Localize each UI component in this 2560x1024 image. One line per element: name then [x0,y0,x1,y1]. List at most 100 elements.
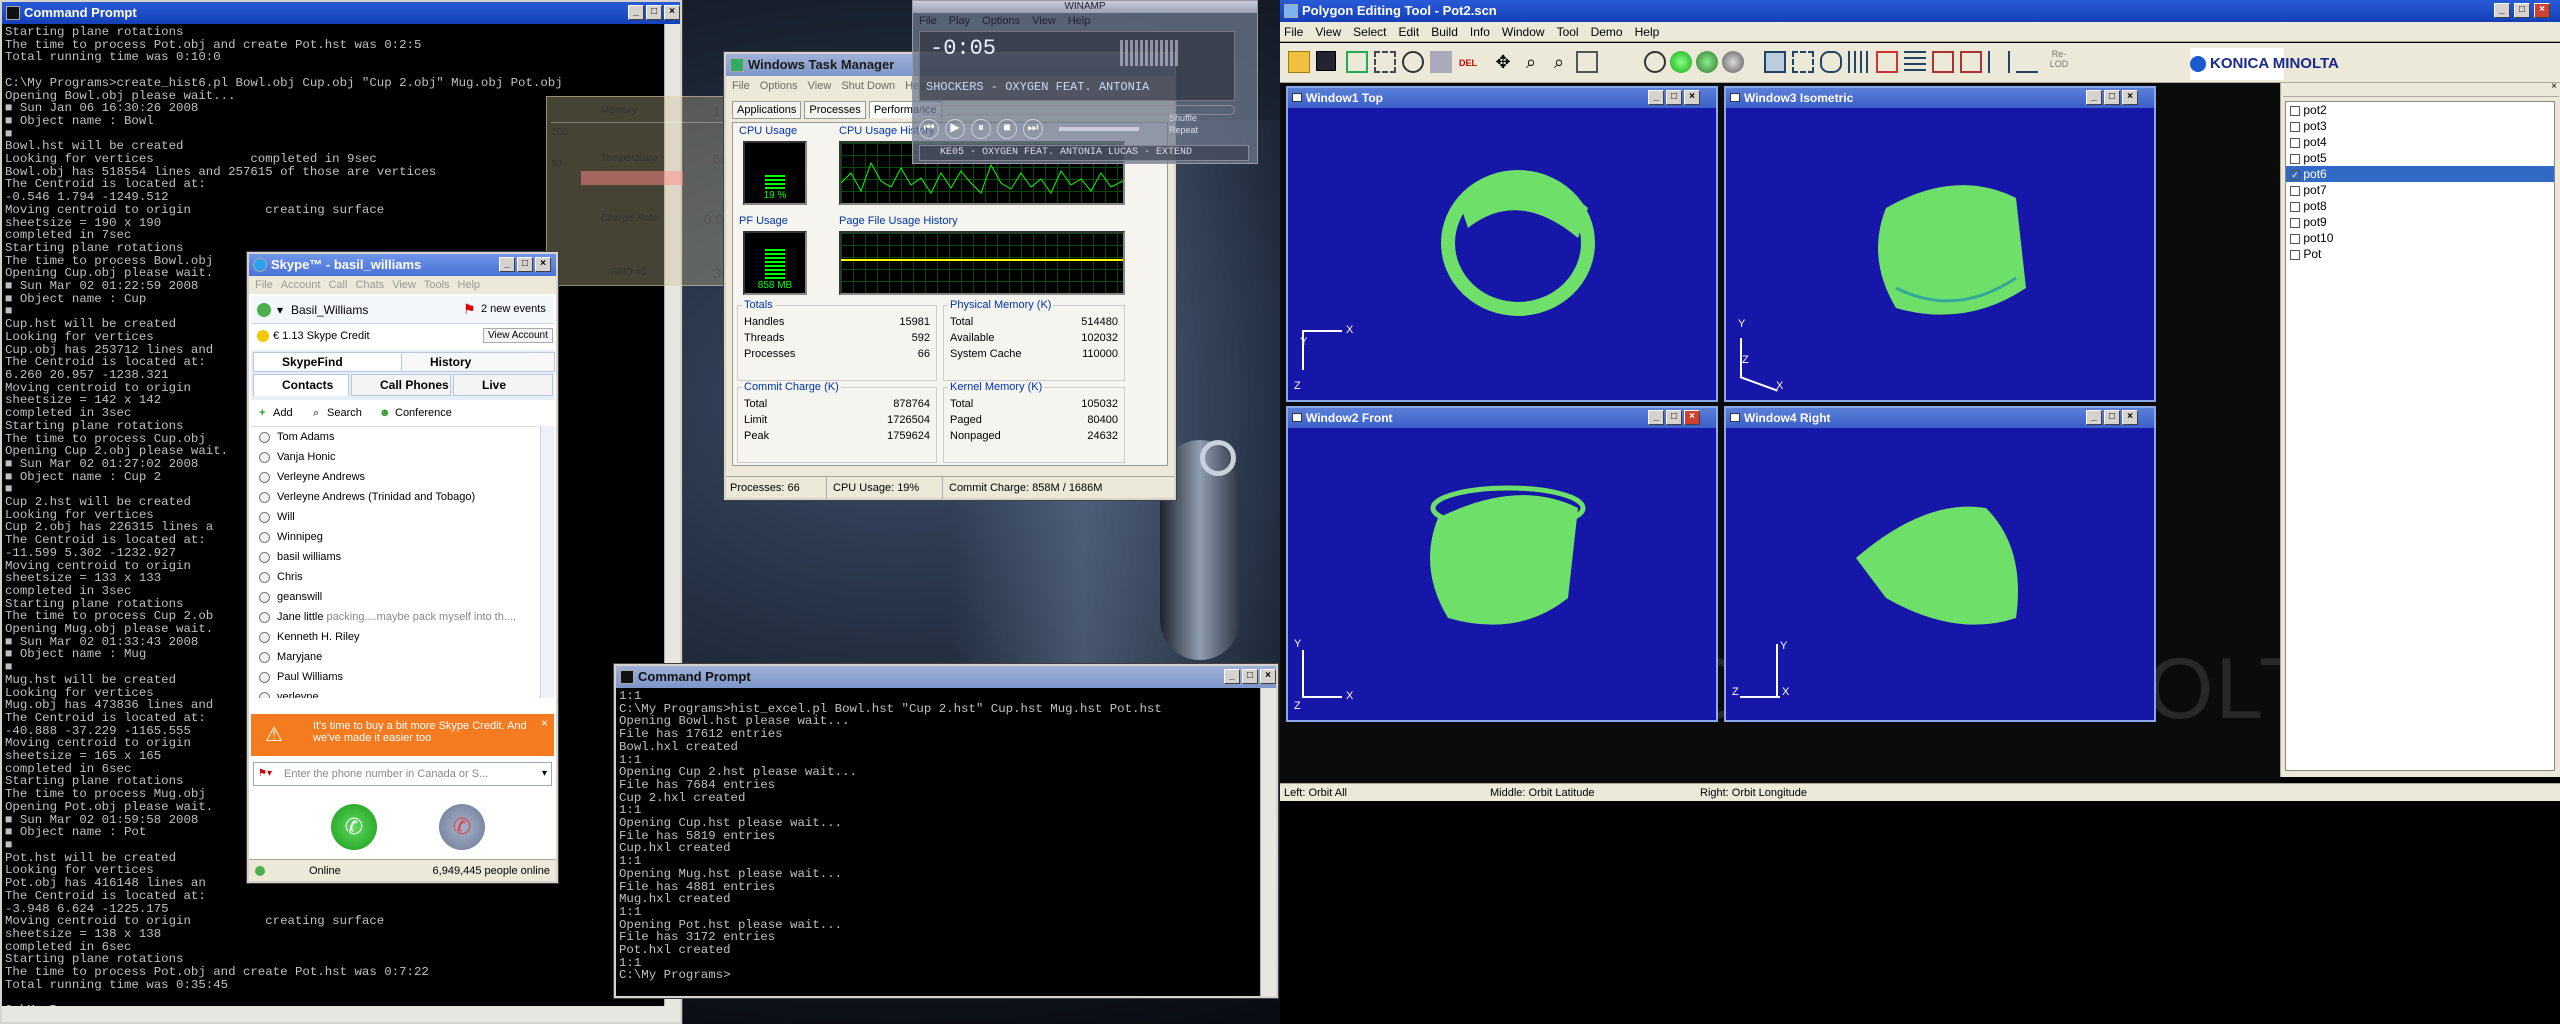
conference-button[interactable]: Conference [395,402,452,424]
menu-chats[interactable]: Chats [355,279,384,291]
checkbox[interactable] [2290,201,2300,212]
menu-view[interactable]: View [1315,25,1341,39]
command-prompt-window-2[interactable]: Command Prompt _ □ × 1:1 C:\My Programs>hi… [614,664,1278,998]
wireframe-sphere-icon[interactable] [1644,51,1666,73]
checkbox[interactable] [2290,249,2300,260]
list-item[interactable]: Jane little packing....maybe pack myself… [251,607,538,627]
maximize-button[interactable]: □ [2514,3,2530,18]
lasso-icon[interactable] [1820,51,1842,73]
list-item[interactable]: ✓ pot6 [2286,166,2554,182]
save-icon[interactable] [1316,51,1336,71]
gray-sphere-icon[interactable] [1722,51,1744,73]
list-item[interactable]: geanswill [251,587,538,607]
list-item[interactable]: Tom Adams [251,427,538,447]
menu-options[interactable]: Options [760,80,798,92]
checkbox[interactable] [2290,121,2300,132]
playlist-bar[interactable]: KE05 - OXYGEN FEAT. ANTONIA LUCAS - EXTE… [919,145,1249,161]
shuffle-toggle[interactable]: Shuffle [1169,113,1197,123]
menu-help[interactable]: Help [1068,15,1091,27]
tab-history[interactable]: History [401,352,555,372]
list-item[interactable]: Vanja Honic [251,447,538,467]
winamp-title-bar[interactable]: WINAMP [913,1,1257,13]
console-output[interactable]: 1:1 C:\My Programs>hist_excel.pl Bowl.hs… [616,688,1260,996]
contact-list[interactable]: Tom Adams Vanja Honic Verleyne Andrews V… [251,426,538,698]
viewport-top[interactable]: Window1 Top _ □ × YXZ [1286,86,1718,402]
chevron-down-icon[interactable]: ▾ [542,768,547,779]
title-bar[interactable]: Polygon Editing Tool - Pot2.scn _ □ × [1280,0,2560,22]
repeat-toggle[interactable]: Repeat [1169,125,1198,135]
move-icon[interactable]: ✥ [1492,51,1514,73]
vertical-scrollbar[interactable] [1260,688,1276,996]
checkbox[interactable] [2290,137,2300,148]
menu-file[interactable]: File [919,15,937,27]
menu-tools[interactable]: Tools [424,279,450,291]
checkbox[interactable]: ✓ [2290,169,2300,180]
status-icon[interactable] [257,303,271,317]
bounding-box-icon[interactable] [1960,51,1982,73]
phone-number-field[interactable]: ⚑▾ Enter the phone number in Canada or S… [253,762,552,786]
list-item[interactable]: Pot [2286,246,2554,262]
zoom-icon[interactable]: ⌕ [1520,51,1542,73]
tab-call-phones[interactable]: Call Phones [351,374,451,396]
zoom-area-icon[interactable]: ⌕ [1548,51,1570,73]
contact-scrollbar[interactable] [540,426,554,698]
winamp-window[interactable]: WINAMP File Play Options View Help -0:05 SHO… [912,0,1258,164]
skype-window[interactable]: Skype™ - basil_williams _ □ × File Account C… [247,252,558,883]
play-button[interactable]: ▶ [945,119,965,139]
search-button[interactable]: Search [327,402,362,424]
object-list[interactable]: pot2 pot3 pot4 pot5 ✓ pot6 pot7 pot8 pot… [2285,101,2555,771]
hang-up-button[interactable]: ✆ [439,804,485,850]
target-icon[interactable] [1402,51,1424,73]
close-icon[interactable]: × [2551,81,2557,92]
checkbox[interactable] [2290,153,2300,164]
list-item[interactable]: pot10 [2286,230,2554,246]
menu-view[interactable]: View [1032,15,1056,27]
menu-view[interactable]: View [392,279,416,291]
list-item[interactable]: pot3 [2286,118,2554,134]
mirror-icon[interactable] [1932,51,1954,73]
fit-icon[interactable] [1576,51,1598,73]
tab-contacts[interactable]: Contacts [253,374,349,396]
maximize-button[interactable]: □ [1242,669,1258,684]
list-item[interactable]: Chris [251,567,538,587]
close-button[interactable]: × [535,257,551,272]
title-bar[interactable]: Command Prompt _ □ × [2,2,680,24]
split-icon[interactable] [1988,51,2010,73]
minimize-button[interactable]: _ [628,5,644,20]
select-tool-icon[interactable] [1374,51,1396,73]
close-button[interactable]: × [664,5,680,20]
tab-applications[interactable]: Applications [732,101,802,119]
view-account-button[interactable]: View Account [483,328,553,343]
list-item[interactable]: Verleyne Andrews (Trinidad and Tobago) [251,487,538,507]
horizontal-scrollbar[interactable] [2,1006,680,1022]
grid-icon[interactable] [1848,51,1870,73]
maximize-button[interactable]: □ [646,5,662,20]
shaded-sphere-icon[interactable] [1670,51,1692,73]
viewport-isometric[interactable]: Window3 Isometric _ □ × YZX [1724,86,2156,402]
title-bar[interactable]: Skype™ - basil_williams _ □ × [249,254,556,276]
menu-select[interactable]: Select [1353,25,1386,39]
close-button[interactable]: × [1260,669,1276,684]
add-contact-button[interactable]: Add [273,402,293,424]
open-icon[interactable] [1288,51,1310,73]
menu-play[interactable]: Play [949,15,970,27]
merge-icon[interactable] [2016,51,2038,73]
username[interactable]: Basil_Williams [291,303,368,317]
list-item[interactable]: Kenneth H. Riley [251,627,538,647]
list-item[interactable]: Winnipeg [251,527,538,547]
close-button[interactable]: × [2534,3,2550,18]
previous-button[interactable]: ⏮ [919,119,939,139]
promo-banner[interactable]: ⚠ It's time to buy a bit more Skype Cred… [251,714,554,756]
menu-file[interactable]: File [732,80,750,92]
menu-edit[interactable]: Edit [1399,25,1420,39]
checkbox[interactable] [2290,217,2300,228]
trash-icon[interactable] [1430,51,1452,73]
list-item[interactable]: pot2 [2286,102,2554,118]
volume-slider[interactable] [1059,127,1139,131]
title-bar[interactable]: Command Prompt _ □ × [616,666,1276,688]
menu-account[interactable]: Account [281,279,321,291]
edit-tool-icon[interactable] [1346,51,1368,73]
list-item[interactable]: pot5 [2286,150,2554,166]
grid2-icon[interactable] [1904,51,1926,73]
online-status-icon[interactable] [255,866,265,876]
